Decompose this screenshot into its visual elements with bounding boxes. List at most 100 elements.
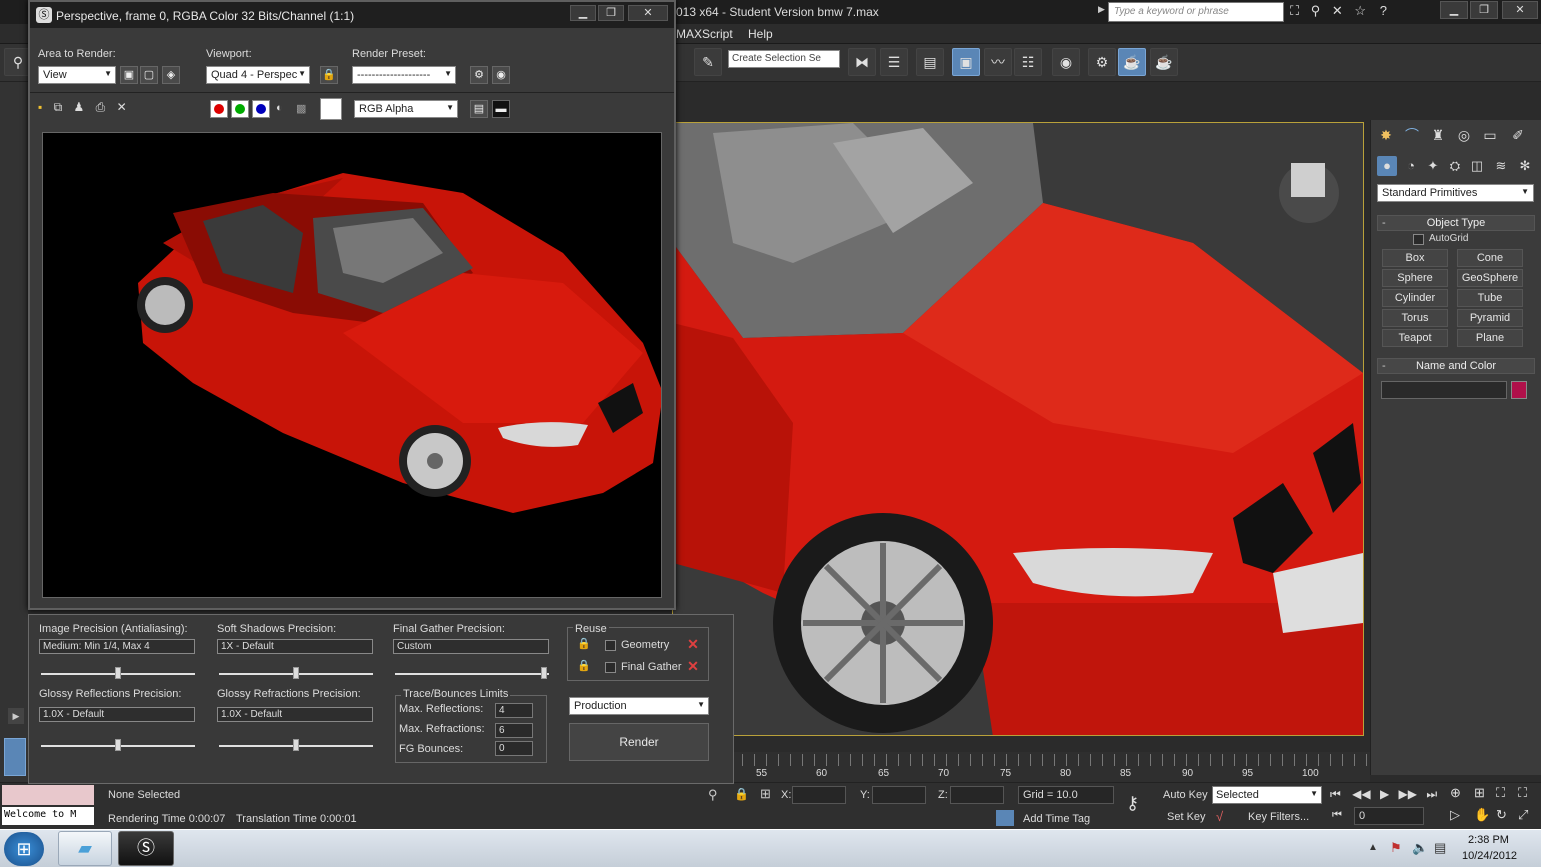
geometry-icon[interactable]: ● <box>1377 156 1397 176</box>
material-editor-icon[interactable]: ◉ <box>1052 48 1080 76</box>
field-of-view-icon[interactable]: ▷ <box>1450 807 1460 823</box>
maximize-button[interactable]: ❐ <box>1470 1 1498 19</box>
binoculars-icon[interactable]: ⛶ <box>1290 3 1299 18</box>
align-icon[interactable]: ☰ <box>880 48 908 76</box>
add-time-tag[interactable]: Add Time Tag <box>1023 813 1090 825</box>
current-frame-input[interactable]: 0 <box>1354 807 1424 825</box>
geometry-checkbox[interactable] <box>605 640 616 651</box>
utilities-tab-icon[interactable]: ✐ <box>1507 124 1529 146</box>
go-to-end-icon[interactable]: ⏭ <box>1426 787 1437 801</box>
pan-icon[interactable]: ✋ <box>1474 807 1490 823</box>
start-button-icon[interactable]: ⊞ <box>4 832 44 866</box>
box-button[interactable]: Box <box>1382 249 1448 267</box>
key-icon[interactable]: ⚲ <box>1311 3 1321 18</box>
environment-effects-icon[interactable]: ◉ <box>492 66 510 84</box>
zoom-extents-icon[interactable]: ⛶ <box>1496 785 1505 801</box>
time-slider-track[interactable]: 55 60 65 70 75 80 85 90 95 100 <box>730 752 1370 782</box>
soft-shadows-thumb[interactable] <box>293 667 299 679</box>
space-warps-icon[interactable]: ≋ <box>1491 156 1511 176</box>
mirror-icon[interactable]: ⧓ <box>848 48 876 76</box>
exchange-icon[interactable]: ✕ <box>1332 3 1343 18</box>
curve-icon[interactable]: √ <box>1216 809 1223 824</box>
lock-icon[interactable]: 🔒 <box>734 787 749 801</box>
green-channel-toggle[interactable] <box>231 100 249 118</box>
menu-help[interactable]: Help <box>748 27 773 41</box>
zoom-all-icon[interactable]: ⊞ <box>1474 785 1485 801</box>
key-selection-dropdown[interactable]: Selected ▼ <box>1212 786 1322 804</box>
print-image-icon[interactable]: ⎙ <box>96 100 106 114</box>
menu-maxscript[interactable]: MAXScript <box>676 27 733 41</box>
auto-key-button[interactable]: Auto Key <box>1163 789 1208 801</box>
edit-region-icon[interactable]: ▣ <box>120 66 138 84</box>
toggle-ui-icon[interactable]: ▬ <box>492 100 510 118</box>
clear-geometry-cache-icon[interactable]: ✕ <box>685 637 701 653</box>
final-gather-checkbox[interactable] <box>605 662 616 673</box>
save-image-icon[interactable]: ▪ <box>38 100 42 114</box>
cone-button[interactable]: Cone <box>1457 249 1523 267</box>
final-gather-thumb[interactable] <box>541 667 547 679</box>
clear-icon[interactable]: ✕ <box>117 100 127 114</box>
volume-icon[interactable]: 🔈 <box>1412 840 1428 856</box>
render-preset-dropdown[interactable]: -------------------- ▼ <box>352 66 456 84</box>
hierarchy-tab-icon[interactable]: ♜ <box>1427 124 1449 146</box>
blue-channel-toggle[interactable] <box>252 100 270 118</box>
geometry-lock-icon[interactable]: 🔒 <box>577 637 591 650</box>
fg-bounces-input[interactable]: 0 <box>495 741 533 756</box>
curve-editor-icon[interactable]: 〰 <box>984 48 1012 76</box>
close-button[interactable]: ✕ <box>1502 1 1538 19</box>
render-close-button[interactable]: ✕ <box>628 5 668 21</box>
render-minimize-button[interactable]: ▁ <box>570 5 596 21</box>
edit-named-selection-icon[interactable]: ✎ <box>694 48 722 76</box>
tube-button[interactable]: Tube <box>1457 289 1523 307</box>
modify-tab-icon[interactable]: ⌒ <box>1401 124 1423 146</box>
red-channel-toggle[interactable] <box>210 100 228 118</box>
render-maximize-button[interactable]: ❐ <box>598 5 624 21</box>
go-to-start-icon[interactable]: ⏮ <box>1330 787 1341 801</box>
key-filters-button[interactable]: Key Filters... <box>1248 811 1309 823</box>
play-icon[interactable]: ▶ <box>1380 787 1389 801</box>
render-mode-dropdown[interactable]: Production ▼ <box>569 697 709 715</box>
taskbar-explorer-icon[interactable]: ▰ <box>58 831 112 866</box>
object-name-input[interactable] <box>1381 381 1507 399</box>
render-setup-icon[interactable]: ⚙ <box>470 66 488 84</box>
copy-image-icon[interactable]: ⧉ <box>54 100 63 114</box>
maxscript-listener[interactable]: Welcome to M <box>2 807 94 825</box>
y-coordinate-input[interactable] <box>872 786 926 804</box>
transform-mode-icon[interactable]: ⊞ <box>760 786 771 802</box>
cameras-icon[interactable]: ⛭ <box>1445 156 1465 176</box>
layer-manager-icon[interactable]: ▤ <box>916 48 944 76</box>
lightbulb-icon[interactable]: ⚲ <box>708 787 718 803</box>
final-gather-lock-icon[interactable]: 🔒 <box>577 659 591 672</box>
show-hidden-icons-icon[interactable]: ▲ <box>1368 842 1378 853</box>
render-production-icon[interactable]: ☕ <box>1150 48 1178 76</box>
object-type-rollout-header[interactable]: - Object Type <box>1377 215 1535 231</box>
search-expand-icon[interactable]: ▶ <box>1098 4 1108 20</box>
maxscript-listener-pink[interactable] <box>2 785 94 805</box>
cylinder-button[interactable]: Cylinder <box>1382 289 1448 307</box>
next-frame-icon[interactable]: ▶▶ <box>1399 787 1417 801</box>
glossy-refractions-thumb[interactable] <box>293 739 299 751</box>
geosphere-button[interactable]: GeoSphere <box>1457 269 1523 287</box>
z-coordinate-input[interactable] <box>950 786 1004 804</box>
minimize-button[interactable]: ▁ <box>1440 1 1468 19</box>
name-color-rollout-header[interactable]: - Name and Color <box>1377 358 1535 374</box>
image-precision-thumb[interactable] <box>115 667 121 679</box>
scene-explorer-icon[interactable]: ▣ <box>952 48 980 76</box>
previous-frame-icon[interactable]: ◀◀ <box>1352 787 1370 801</box>
motion-tab-icon[interactable]: ◎ <box>1453 124 1475 146</box>
pyramid-button[interactable]: Pyramid <box>1457 309 1523 327</box>
viewport-dropdown[interactable]: Quad 4 - Perspec ▼ <box>206 66 310 84</box>
display-tab-icon[interactable]: ▭ <box>1479 124 1501 146</box>
time-tag-icon[interactable] <box>996 810 1014 826</box>
auto-region-icon[interactable]: ▢ <box>140 66 158 84</box>
maximize-viewport-icon[interactable]: ⤢ <box>1518 807 1528 823</box>
helpers-icon[interactable]: ◫ <box>1467 156 1487 176</box>
play-arrow-icon[interactable]: ▶ <box>8 708 24 724</box>
viewport-lock-icon[interactable]: 🔒 <box>320 66 338 84</box>
clear-final-gather-cache-icon[interactable]: ✕ <box>685 659 701 675</box>
teapot-button[interactable]: Teapot <box>1382 329 1448 347</box>
named-selection-set-dropdown[interactable]: Create Selection Se <box>728 50 840 68</box>
alpha-channel-icon[interactable]: ◐ <box>276 102 283 114</box>
final-gather-slider[interactable] <box>395 673 549 675</box>
zoom-extents-all-icon[interactable]: ⛶ <box>1518 785 1527 801</box>
